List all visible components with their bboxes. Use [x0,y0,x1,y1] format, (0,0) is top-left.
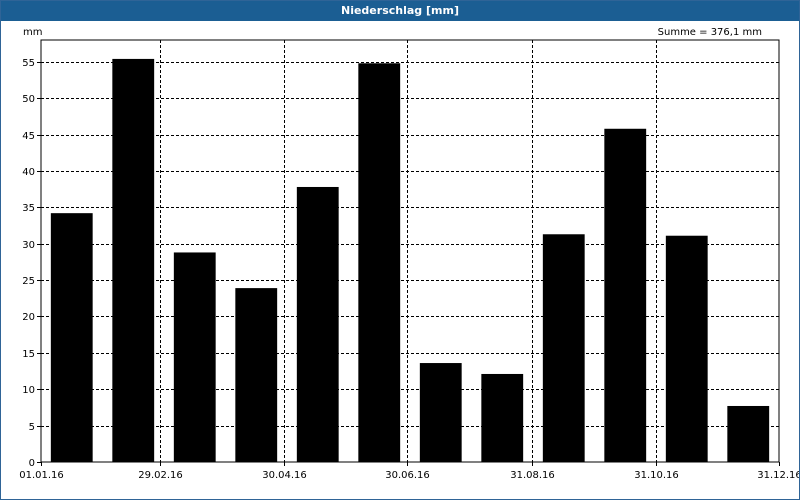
precipitation-chart: 0 5 10 15 20 25 30 35 40 45 50 55 01.01.16 29.02.16 30… [19,27,799,481]
window-title: Niederschlag [mm] [1,1,799,21]
bar-sep [542,234,585,462]
y-tick-label: 0 [29,458,35,469]
y-tick-label: 50 [22,94,35,105]
x-tick-label: 31.10.16 [634,470,679,481]
bar-aug [481,373,524,462]
bar-feb [112,58,155,463]
x-tick-label: 30.04.16 [262,470,307,481]
y-tick-label: 10 [22,385,35,396]
bar-may [296,186,339,462]
y-tick-label: 5 [29,422,35,433]
bar-jun [358,63,401,463]
chart-window: Niederschlag [mm] 0 5 10 15 20 25 30 35 40 45 50 55… [0,0,800,500]
y-tick-label: 55 [22,58,35,69]
y-tick-label: 40 [22,167,35,178]
bar-dec [727,405,770,462]
y-axis-label: mm [23,27,42,38]
bar-jan [50,213,93,462]
y-tick-label: 45 [22,131,35,142]
x-tick-label: 29.02.16 [138,470,183,481]
x-tick-label: 31.12.16 [757,470,799,481]
y-tick-label: 15 [22,349,35,360]
bar-nov [665,235,708,462]
bar-apr [235,288,278,462]
y-tick-label: 25 [22,276,35,287]
y-tick-label: 30 [22,240,35,251]
bar-oct [604,128,647,463]
y-tick-label: 35 [22,203,35,214]
x-tick-label: 30.06.16 [385,470,430,481]
sum-label: Summe = 376,1 mm [658,27,762,38]
x-tick-label: 01.01.16 [19,470,64,481]
bar-mar [173,252,216,462]
y-tick-label: 20 [22,312,35,323]
bar-jul [419,363,462,462]
x-tick-label: 31.08.16 [510,470,555,481]
